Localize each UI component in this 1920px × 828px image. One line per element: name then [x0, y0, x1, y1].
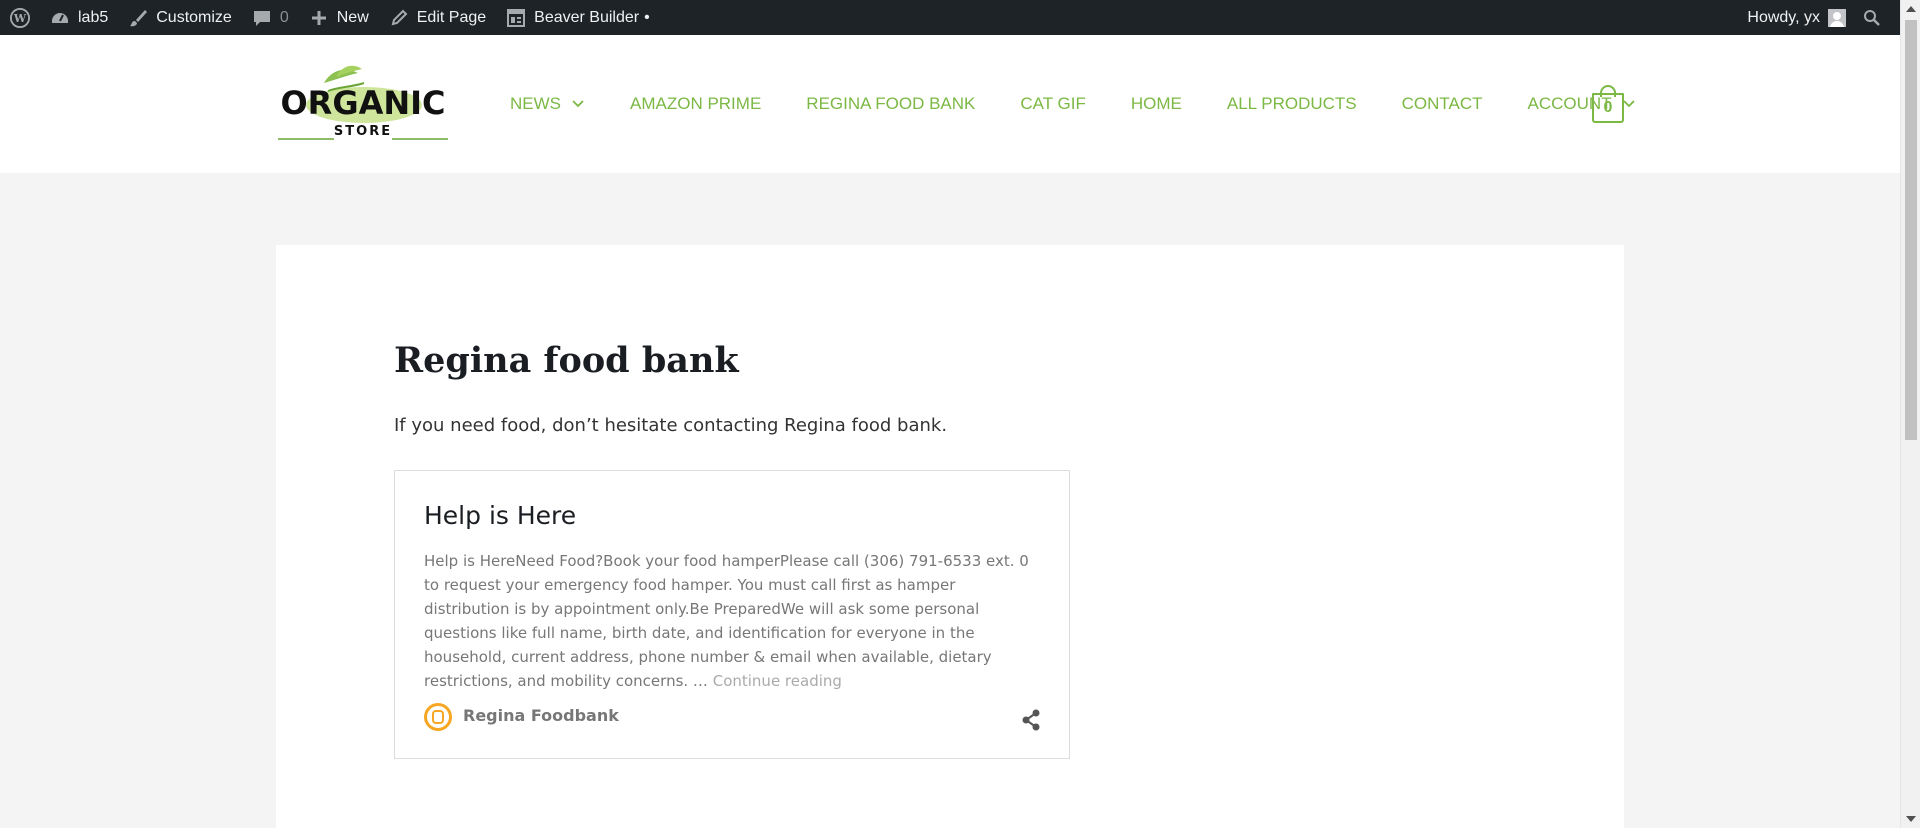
nav-label-home: HOME [1130, 94, 1182, 113]
admin-bar: W lab5 Customize 0 New Edit Page Beaver … [0, 0, 1900, 35]
customize-link[interactable]: Customize [118, 0, 242, 35]
embed-site-name[interactable]: Regina Foodbank [463, 706, 619, 725]
pencil-icon [389, 8, 409, 28]
nav-item-regina-food-bank[interactable]: REGINA FOOD BANK [806, 94, 975, 114]
nav-label-amazon-prime: AMAZON PRIME [630, 94, 762, 113]
cart-button[interactable]: 0 [1592, 85, 1624, 123]
dashboard-icon [50, 8, 70, 28]
paintbrush-icon [128, 8, 148, 28]
edit-page-label: Edit Page [416, 8, 487, 26]
nav-item-home[interactable]: HOME [1131, 94, 1182, 114]
howdy-label: Howdy, yx [1747, 8, 1820, 26]
site-name-menu[interactable]: lab5 [40, 0, 118, 35]
main-content: Regina food bank If you need food, don’t… [276, 245, 1624, 828]
beaver-builder-status-dot: • [644, 8, 650, 26]
svg-text:W: W [13, 12, 27, 25]
new-content-menu[interactable]: New [299, 0, 379, 35]
nav-label-all-products: ALL PRODUCTS [1226, 94, 1357, 113]
site-icon [424, 703, 452, 731]
nav-label-regina-food-bank: REGINA FOOD BANK [806, 94, 976, 113]
site-header: ORGANIC STORE NEWS AMAZON PRIME REGINA F… [0, 35, 1900, 173]
nav-label-contact: CONTACT [1401, 94, 1483, 113]
logo-text-organic: ORGANIC [280, 84, 445, 122]
new-label: New [336, 8, 369, 26]
nav-label-news: NEWS [510, 94, 561, 113]
search-icon [1862, 8, 1882, 28]
page-scrollbar[interactable] [1900, 0, 1920, 828]
primary-navigation: NEWS AMAZON PRIME REGINA FOOD BANK CAT G… [510, 35, 1681, 173]
nav-item-cat-gif[interactable]: CAT GIF [1020, 94, 1086, 114]
user-avatar [1828, 8, 1846, 27]
scroll-up-arrow-icon[interactable] [1906, 6, 1916, 12]
wordpress-icon: W [10, 7, 30, 28]
nav-label-cat-gif: CAT GIF [1020, 94, 1086, 113]
chevron-down-icon [571, 97, 585, 111]
page-title: Regina food bank [394, 340, 739, 381]
site-logo[interactable]: ORGANIC STORE [276, 61, 450, 145]
scroll-down-arrow-icon[interactable] [1906, 816, 1916, 822]
beaver-builder-label: Beaver Builder [534, 8, 640, 26]
nav-item-amazon-prime[interactable]: AMAZON PRIME [630, 94, 761, 114]
comments-link[interactable]: 0 [242, 0, 299, 35]
scrollbar-thumb[interactable] [1905, 20, 1917, 440]
page-lead-text: If you need food, don’t hesitate contact… [394, 415, 948, 436]
nav-item-news[interactable]: NEWS [510, 94, 585, 114]
my-account-menu[interactable]: Howdy, yx [1737, 0, 1852, 35]
customize-label: Customize [156, 8, 232, 26]
comment-icon [252, 8, 272, 28]
share-icon[interactable] [1021, 709, 1041, 731]
nav-item-contact[interactable]: CONTACT [1402, 94, 1483, 114]
nav-item-all-products[interactable]: ALL PRODUCTS [1227, 94, 1357, 114]
cart-count: 0 [1592, 93, 1624, 123]
admin-search[interactable] [1852, 0, 1900, 35]
embedded-post-card: Help is Here Help is HereNeed Food?Book … [394, 470, 1070, 759]
continue-reading-link[interactable]: Continue reading [713, 672, 842, 690]
logo-text-store: STORE [334, 124, 392, 139]
site-name-label: lab5 [78, 8, 109, 26]
plus-icon [309, 8, 329, 28]
embed-title[interactable]: Help is Here [424, 501, 576, 530]
wordpress-logo-menu[interactable]: W [0, 0, 40, 35]
embed-excerpt: Help is HereNeed Food?Book your food ham… [424, 549, 1044, 693]
edit-page-link[interactable]: Edit Page [379, 0, 496, 35]
layout-grid-icon [506, 8, 526, 28]
comments-count: 0 [279, 8, 289, 26]
beaver-builder-link[interactable]: Beaver Builder • [496, 0, 660, 35]
embed-excerpt-text: Help is HereNeed Food?Book your food ham… [424, 552, 1029, 690]
